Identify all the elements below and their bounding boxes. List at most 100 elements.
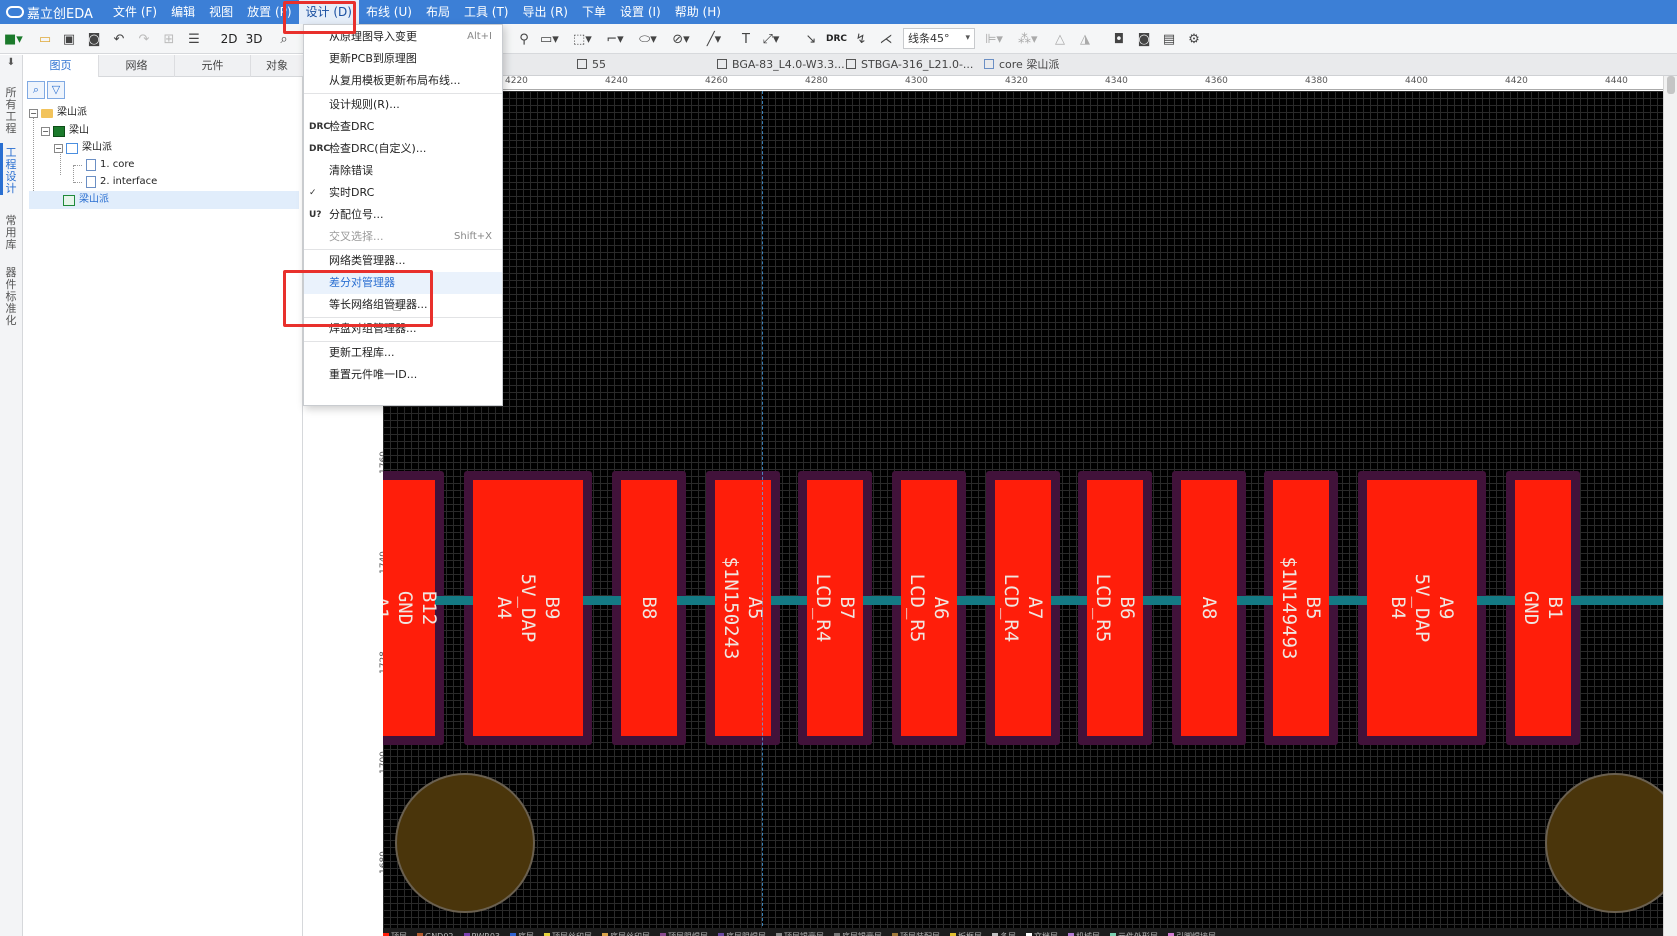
design-menu-item[interactable]: 从原理图导入变更 Alt+I: [304, 26, 502, 48]
settings-gear-icon[interactable]: ⚙: [1185, 29, 1203, 49]
ellipse-icon[interactable]: ⬭▾: [639, 29, 657, 49]
dimension-icon[interactable]: ⤢▾: [762, 29, 780, 49]
doc-tab-stbga[interactable]: STBGA-316_L21.0-...: [842, 55, 973, 75]
panel-search-row: ⌕ ▽: [27, 81, 303, 101]
menu-place[interactable]: 放置 (P): [240, 0, 298, 24]
rect-select-icon[interactable]: ▭▾: [540, 29, 559, 49]
collapse-icon[interactable]: −: [29, 108, 38, 118]
arc-icon[interactable]: ↘: [802, 29, 820, 49]
pad-label: A8: [1181, 480, 1237, 736]
tree-node-page-interface[interactable]: 2. interface: [86, 173, 157, 191]
vtab-common-library[interactable]: 常用库: [3, 215, 19, 251]
camera-icon[interactable]: ◘: [1110, 29, 1128, 49]
tree-node-project[interactable]: − 梁山派: [29, 104, 87, 122]
mirror-icon[interactable]: ◮: [1076, 29, 1094, 49]
app-logo[interactable]: 嘉立创EDA: [0, 3, 106, 22]
vtab-project-design[interactable]: 工程设计: [3, 147, 19, 195]
design-menu-item[interactable]: 差分对管理器: [304, 272, 502, 294]
tab-nets[interactable]: 网络: [99, 55, 175, 77]
zoom-icon[interactable]: ⌕: [275, 29, 293, 49]
circle-slash-icon[interactable]: ⊘▾: [672, 29, 690, 49]
tree-node-pcb[interactable]: 梁山派: [29, 191, 299, 209]
flip-icon[interactable]: △: [1051, 29, 1069, 49]
design-menu-item[interactable]: U? 分配位号...: [304, 204, 502, 226]
scrollbar-thumb[interactable]: [1667, 76, 1675, 94]
doc-tab-55[interactable]: 55: [573, 55, 606, 75]
grid-icon[interactable]: ⊞: [160, 29, 178, 49]
tab-components[interactable]: 元件: [175, 55, 251, 77]
design-menu-item[interactable]: 重置元件唯一ID...: [304, 364, 502, 386]
pad-label-net: LCD_R4: [1000, 573, 1022, 643]
design-menu-item[interactable]: ✓ 实时DRC: [304, 182, 502, 204]
collapse-icon[interactable]: −: [41, 126, 50, 136]
menu-export[interactable]: 导出 (R): [515, 0, 575, 24]
tree-node-page-core[interactable]: 1. core: [86, 156, 134, 174]
distribute-icon[interactable]: ⁂▾: [1018, 29, 1038, 49]
menu-view[interactable]: 视图: [202, 0, 240, 24]
route-icon[interactable]: ↯: [852, 29, 870, 49]
design-menu-item[interactable]: 更新PCB到原理图: [304, 48, 502, 70]
design-menu-item[interactable]: 设计规则(R)...: [304, 94, 502, 116]
design-menu-item[interactable]: DRC 检查DRC: [304, 116, 502, 138]
vtab-device-standardization[interactable]: 器件标准化: [3, 267, 19, 327]
view-3d-button[interactable]: 3D: [245, 29, 263, 49]
search-icon[interactable]: ⌕: [27, 81, 45, 99]
design-menu-item[interactable]: 网络类管理器...: [304, 250, 502, 272]
menu-tools[interactable]: 工具 (T): [457, 0, 516, 24]
menu-file[interactable]: 文件 (F): [106, 0, 164, 24]
doc-tab-label: STBGA-316_L21.0-...: [861, 58, 974, 71]
open-folder-icon[interactable]: ▭: [36, 29, 54, 49]
line-mode-select[interactable]: 线条45° ▾: [903, 28, 975, 49]
line-icon[interactable]: ╱▾: [705, 29, 723, 49]
redo-icon[interactable]: ↷: [135, 29, 153, 49]
dashed-select-icon[interactable]: ⬚▾: [573, 29, 592, 49]
drc-button[interactable]: DRC: [826, 29, 847, 49]
tree-node-board[interactable]: − 梁山: [41, 122, 89, 140]
schematic-icon: [66, 142, 78, 154]
menu-route[interactable]: 布线 (U): [359, 0, 419, 24]
pad-label-net: 5V_DAP: [1411, 573, 1433, 643]
probe-icon[interactable]: ⚲: [515, 29, 533, 49]
tab-objects[interactable]: 对象: [251, 55, 303, 77]
design-menu-item[interactable]: 更新工程库...: [304, 342, 502, 364]
save-icon[interactable]: ▣: [60, 29, 78, 49]
vtab-all-projects[interactable]: 所有工程: [3, 87, 19, 135]
tree-node-schematic[interactable]: − 梁山派: [54, 139, 112, 157]
doc-tab-core[interactable]: core 梁山派: [980, 55, 1059, 75]
doc-tab-bga[interactable]: BGA-83_L4.0-W3.3...: [713, 55, 845, 75]
collapse-icon[interactable]: −: [54, 143, 63, 153]
align-icon[interactable]: ⊫▾: [985, 29, 1003, 49]
photo-icon[interactable]: ◙: [1135, 29, 1153, 49]
pcb-canvas[interactable]: B12 GND A1 B9 5V_DAP A4 B8 A5 $1N150243 B7 LCD_R4 A…: [383, 91, 1663, 936]
vertical-scrollbar[interactable]: [1663, 76, 1677, 936]
menu-item-icon: DRC: [309, 122, 331, 132]
new-project-icon[interactable]: ■▾: [4, 29, 23, 49]
panel-search-input[interactable]: [67, 81, 303, 99]
pin-icon[interactable]: ⬇: [3, 57, 19, 69]
pad-label-pin: A7: [1024, 596, 1046, 620]
design-menu-item[interactable]: DRC 检查DRC(自定义)...: [304, 138, 502, 160]
polygon-icon[interactable]: ⌐▾: [606, 29, 624, 49]
save-all-icon[interactable]: ◙: [85, 29, 103, 49]
design-menu-item[interactable]: 清除错误: [304, 160, 502, 182]
tab-pages[interactable]: 图页: [23, 55, 99, 77]
undo-icon[interactable]: ↶: [110, 29, 128, 49]
design-menu-item[interactable]: 从复用模板更新布局布线...: [304, 70, 502, 92]
design-menu-item[interactable]: 焊盘对组管理器...: [304, 318, 502, 340]
bom-icon[interactable]: ▤: [1160, 29, 1178, 49]
view-2d-button[interactable]: 2D: [220, 29, 238, 49]
filter-icon[interactable]: ▽: [47, 81, 65, 99]
mounting-hole[interactable]: [1545, 773, 1663, 913]
layer-bar: 顶层 GND02 PWR03 底层 顶层丝印层 底层丝印层 顶层阻焊层 底层阻焊层 顶层锡膏层 底…: [383, 928, 1663, 936]
menu-edit[interactable]: 编辑: [164, 0, 202, 24]
design-menu-item[interactable]: 等长网络组管理器...: [304, 294, 502, 316]
menu-layout[interactable]: 布局: [419, 0, 457, 24]
menu-settings[interactable]: 设置 (I): [613, 0, 668, 24]
menu-design[interactable]: 设计 (D): [298, 0, 359, 24]
find-icon[interactable]: ☰: [185, 29, 203, 49]
mounting-hole[interactable]: [395, 773, 535, 913]
diff-route-icon[interactable]: ⋌: [877, 29, 895, 49]
text-icon[interactable]: T: [737, 29, 755, 49]
menu-help[interactable]: 帮助 (H): [668, 0, 728, 24]
menu-order[interactable]: 下单: [575, 0, 613, 24]
